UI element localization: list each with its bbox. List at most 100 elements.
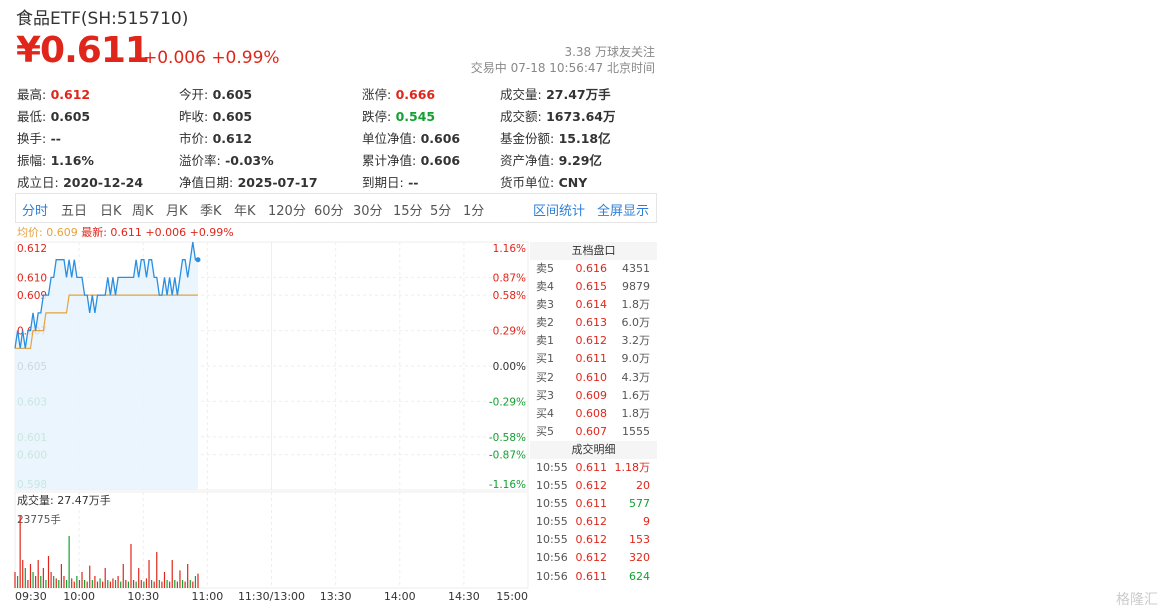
volume-bar: [107, 580, 109, 588]
level-price: 0.614: [575, 298, 608, 312]
volume-bar: [109, 581, 111, 588]
volume-bar: [37, 560, 39, 588]
volume-bar: [40, 576, 42, 588]
trade-row: 10:55 0.611 577: [530, 495, 657, 513]
volume-bar: [138, 568, 140, 588]
volume-bar: [81, 572, 83, 588]
trade-time: 10:55: [536, 497, 568, 511]
level-qty: 3.2万: [621, 334, 651, 348]
volume-bar: [60, 564, 62, 588]
volume-bar: [135, 581, 137, 588]
volume-label: 成交量: 27.47万手: [17, 493, 111, 507]
x-tick-label: 10:00: [63, 590, 95, 603]
trade-qty: 577: [629, 497, 650, 511]
volume-bar: [86, 581, 88, 588]
level-price: 0.609: [575, 388, 608, 402]
level-label: 买2: [536, 370, 554, 384]
x-tick-label: 13:30: [320, 590, 352, 603]
level-qty: 4.3万: [621, 370, 651, 384]
trade-row: 10:56 0.611 624: [530, 568, 657, 586]
volume-bar: [143, 581, 145, 588]
volume-bar: [171, 560, 173, 588]
watermark-logo: 格隆汇: [1116, 592, 1158, 608]
last-price-dot: [195, 257, 201, 263]
volume-bar: [151, 580, 153, 588]
trade-price: 0.611: [575, 460, 608, 474]
level-qty: 1.8万: [621, 406, 651, 420]
volume-bar: [19, 516, 21, 588]
order-book-row: 卖2 0.613 6.0万: [530, 314, 657, 332]
volume-bar: [89, 565, 91, 588]
order-book-row: 买1 0.611 9.0万: [530, 350, 657, 368]
x-tick-label: 14:00: [384, 590, 416, 603]
volume-bar: [174, 580, 176, 588]
level-label: 卖4: [536, 280, 554, 294]
volume-bar: [27, 580, 29, 588]
volume-bar: [187, 564, 189, 588]
volume-bar: [132, 580, 135, 588]
level-qty: 1555: [622, 424, 650, 438]
trade-time: 10:55: [536, 460, 568, 474]
volume-bar: [197, 573, 199, 588]
trade-row: 10:55 0.612 9: [530, 513, 657, 531]
volume-bar: [42, 568, 44, 588]
trade-qty: 9: [643, 515, 650, 529]
volume-bar: [96, 581, 99, 588]
pct-tick-label: 0.29%: [493, 326, 526, 338]
volume-bar: [58, 580, 60, 588]
order-book-row: 卖1 0.612 3.2万: [530, 332, 657, 350]
level-qty: 4351: [622, 262, 650, 275]
order-book-row: 卖5 0.616 4351: [530, 260, 657, 278]
volume-bar: [99, 578, 101, 588]
order-book-row: 买5 0.607 1555: [530, 423, 657, 441]
level-price: 0.615: [575, 280, 608, 294]
level-label: 卖5: [536, 262, 554, 275]
order-book-row: 卖3 0.614 1.8万: [530, 296, 657, 314]
trade-price: 0.612: [575, 533, 608, 547]
x-tick-label: 10:30: [127, 590, 159, 603]
level-label: 买1: [536, 352, 554, 366]
trade-row: 10:55 0.611 1.18万: [530, 459, 657, 477]
level-qty: 1.6万: [621, 388, 651, 402]
volume-bar: [53, 576, 55, 588]
volume-bar: [169, 581, 171, 588]
volume-bar: [125, 580, 127, 588]
volume-bar: [161, 581, 163, 588]
order-book-panel: 五档盘口 卖5 0.616 4351 卖4 0.615 9879 卖3 0.614 1.8万 卖2…: [530, 242, 657, 586]
volume-bar: [22, 560, 24, 588]
volume-bar: [78, 580, 81, 588]
pct-tick-label: 0.87%: [493, 272, 526, 284]
volume-bar: [73, 581, 75, 588]
level-qty: 1.8万: [621, 298, 651, 312]
trade-time: 10:55: [536, 479, 568, 493]
volume-bar: [71, 578, 73, 588]
level-price: 0.608: [575, 406, 608, 420]
volume-bar: [24, 568, 26, 588]
trade-row: 10:56 0.612 320: [530, 549, 657, 567]
pct-tick-label: 0.00%: [493, 361, 526, 373]
pct-tick-label: 1.16%: [493, 243, 526, 255]
trade-price: 0.612: [575, 515, 608, 529]
trade-price: 0.612: [575, 551, 608, 565]
level-qty: 9.0万: [621, 352, 651, 366]
trade-time: 10:56: [536, 569, 568, 583]
level-qty: 9879: [622, 280, 650, 294]
volume-bar: [91, 580, 93, 588]
volume-bar: [104, 568, 106, 588]
volume-bar: [181, 580, 184, 588]
volume-bar: [158, 580, 160, 588]
volume-bar: [114, 580, 117, 588]
volume-bar: [65, 580, 68, 588]
volume-bar: [166, 580, 168, 588]
trade-qty: 624: [629, 569, 650, 583]
volume-bar: [76, 576, 78, 588]
trade-price: 0.611: [575, 569, 608, 583]
volume-bar: [130, 544, 132, 588]
volume-bar: [120, 581, 122, 588]
pct-tick-label: -0.29%: [489, 396, 526, 408]
volume-bar: [117, 576, 119, 588]
pct-tick-label: -0.58%: [489, 432, 526, 444]
trades-title: 成交明细: [530, 440, 657, 459]
volume-bar: [163, 572, 166, 588]
trade-qty: 20: [636, 479, 650, 493]
